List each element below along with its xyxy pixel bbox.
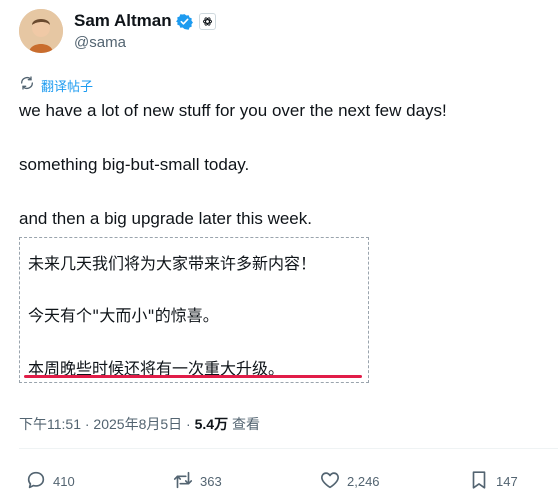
like-icon [319,469,341,494]
like-button[interactable]: 2,246 [319,469,380,494]
highlight-underline [24,375,362,378]
bookmark-count: 147 [496,474,518,489]
translate-post-link[interactable]: 翻译帖子 [19,75,93,95]
translation-box: 未来几天我们将为大家带来许多新内容！ 今天有个"大而小"的惊喜。 本周晚些时候还… [19,237,369,383]
reply-icon [25,469,47,494]
author-handle[interactable]: @sama [74,34,126,51]
tweet-meta: 下午11:51 · 2025年8月5日 · 5.4万 查看 [19,414,260,434]
bookmark-icon [468,469,490,494]
translation-line-1: 未来几天我们将为大家带来许多新内容！ [28,254,317,273]
tweet-line-2: something big-but-small today. [19,155,250,174]
tweet-page: Sam Altman @sama 翻译帖子 we have a lot of n… [0,0,558,501]
author-display-name[interactable]: Sam Altman [74,11,172,31]
view-label: 查看 [228,416,260,432]
reply-count: 410 [53,474,75,489]
tweet-text: we have a lot of new stuff for you over … [19,97,539,232]
avatar[interactable] [19,9,63,53]
reply-button[interactable]: 410 [25,469,75,494]
translate-post-label: 翻译帖子 [41,79,94,95]
translate-icon [19,75,35,95]
repost-icon [172,469,194,494]
repost-count: 363 [200,474,222,489]
tweet-line-3: and then a big upgrade later this week. [19,209,312,228]
tweet-line-1: we have a lot of new stuff for you over … [19,101,447,120]
translation-line-2: 今天有个"大而小"的惊喜。 [28,306,219,325]
action-bar: 410 363 2,246 147 [0,469,558,497]
repost-button[interactable]: 363 [172,469,222,494]
bookmark-button[interactable]: 147 [468,469,518,494]
tweet-timestamp[interactable]: 下午11:51 · 2025年8月5日 · [19,416,195,432]
view-count: 5.4万 [194,416,229,432]
divider [19,448,558,449]
author-name-row: Sam Altman [74,10,216,32]
openai-affiliate-icon[interactable] [198,12,216,30]
verified-badge-icon[interactable] [175,13,193,30]
like-count: 2,246 [347,474,380,489]
